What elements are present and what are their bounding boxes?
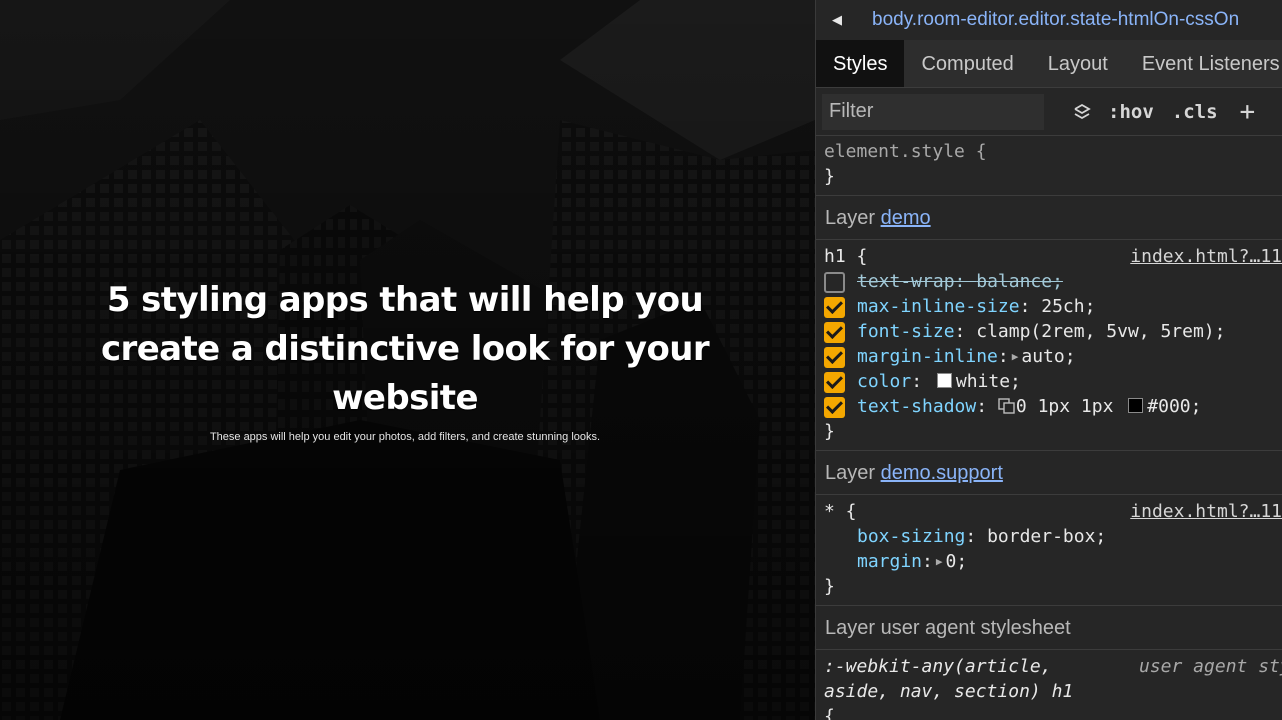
declaration-row: text-shadow: 0 1px 1px #000; [816,394,1282,419]
rule-open-brace: { [824,706,835,720]
hov-toggle-button[interactable]: :hov [1108,101,1154,123]
declaration-checkbox[interactable] [824,272,845,293]
layer-link-demo[interactable]: demo [881,207,931,229]
declaration-row: max-inline-size: 25ch; [816,294,1282,319]
layer-prefix: Layer [825,617,876,639]
layer-name: user agent stylesheet [880,617,1071,639]
universal-rule: * { index.html?…11 box-sizing: border-bo… [816,495,1282,606]
property-value[interactable]: balance; [976,271,1063,292]
property-name[interactable]: max-inline-size [857,296,1020,317]
rule-selector[interactable]: h1 { [824,246,867,267]
declaration-row: box-sizing: border-box; [857,526,1107,547]
source-link[interactable]: index.html?…11 [1130,244,1282,269]
rule-selector[interactable]: :-webkit-any(article, [824,656,1052,677]
layer-header-demo-support: Layer demo.support [816,451,1282,495]
h1-rule: h1 { index.html?…11 text-wrap: balance; … [816,240,1282,451]
new-style-rule-button[interactable]: + [1240,97,1256,127]
property-value[interactable]: auto; [1021,346,1075,367]
layer-prefix: Layer [825,207,876,229]
shadow-editor-icon[interactable] [998,396,1016,414]
devtools-tabs: Styles Computed Layout Event Listeners [816,40,1282,88]
rule-selector[interactable]: element.style { [824,139,1282,164]
caret-left-icon[interactable]: ◀ [832,13,852,28]
property-name[interactable]: text-shadow [857,396,976,417]
rule-selector-line: h1 { index.html?…11 [824,244,1282,269]
layer-link-demo-support[interactable]: demo.support [881,462,1003,484]
breadcrumb-element[interactable]: body.room-editor.editor.state-htmlOn-css… [872,9,1239,31]
declaration-checkbox[interactable] [824,322,845,343]
element-style-rule: element.style { } [816,136,1282,196]
property-value[interactable]: 0 1px 1px [1016,396,1114,417]
property-name[interactable]: box-sizing [857,526,965,547]
layer-prefix: Layer [825,462,876,484]
tab-layout[interactable]: Layout [1031,40,1125,87]
color-swatch-icon[interactable] [936,373,952,388]
devtools-panel: ◀ body.room-editor.editor.state-htmlOn-c… [815,0,1282,720]
property-value[interactable]: border-box; [987,526,1106,547]
property-value[interactable]: 25ch; [1041,296,1095,317]
styles-filter-bar: :hov .cls + [816,88,1282,136]
declaration-row: margin-inline: ▶ auto; [816,344,1282,369]
property-name[interactable]: text-wrap [857,271,955,292]
filter-input[interactable] [822,93,1044,130]
rule-close-brace: } [824,421,835,442]
property-name[interactable]: font-size [857,321,955,342]
layers-icon[interactable] [1072,102,1092,122]
hero-title: 5 styling apps that will help you create… [101,280,710,418]
tab-styles[interactable]: Styles [816,40,905,87]
tab-event-listeners[interactable]: Event Listeners [1125,40,1282,87]
declaration-checkbox[interactable] [824,397,845,418]
property-value[interactable]: 0; [946,551,968,572]
expand-triangle-icon[interactable]: ▶ [936,555,943,568]
breadcrumb: ◀ body.room-editor.editor.state-htmlOn-c… [816,0,1282,40]
declaration-row: margin: ▶ 0; [857,551,968,572]
property-name[interactable]: margin [857,551,922,572]
property-value[interactable]: #000; [1147,396,1201,417]
hero-subtitle: These apps will help you edit your photo… [209,431,601,443]
layer-header-demo: Layer demo [816,196,1282,240]
rule-selector[interactable]: * { [824,501,857,522]
tab-computed[interactable]: Computed [904,40,1030,87]
rule-selector-cont[interactable]: aside, nav, section) h1 [824,679,1282,704]
property-value[interactable]: white; [956,371,1021,392]
property-value[interactable]: clamp(2rem, 5vw, 5rem); [976,321,1225,342]
rule-close-brace: } [824,166,835,187]
source-link[interactable]: index.html?…11 [1130,499,1282,524]
property-name[interactable]: color [857,371,911,392]
declaration-row: text-wrap: balance; [816,269,1282,294]
declaration-checkbox[interactable] [824,297,845,318]
user-agent-rule: :-webkit-any(article, user agent stylesh… [816,650,1282,720]
page-preview: 5 styling apps that will help you create… [0,0,815,720]
declaration-checkbox[interactable] [824,347,845,368]
property-name[interactable]: margin-inline [857,346,998,367]
color-swatch-icon[interactable] [1128,398,1144,413]
expand-triangle-icon[interactable]: ▶ [1012,350,1019,363]
declaration-checkbox[interactable] [824,372,845,393]
source-label: user agent stylesheet [1139,656,1282,677]
declaration-row: font-size: clamp(2rem, 5vw, 5rem); [816,319,1282,344]
layer-header-user-agent: Layer user agent stylesheet [816,606,1282,650]
rule-selector-line: * { index.html?…11 [824,499,1282,524]
rule-selector-line: :-webkit-any(article, user agent stylesh… [824,654,1282,679]
rule-close-brace: } [824,576,835,597]
declaration-row: color: white; [816,369,1282,394]
cls-toggle-button[interactable]: .cls [1172,101,1218,123]
